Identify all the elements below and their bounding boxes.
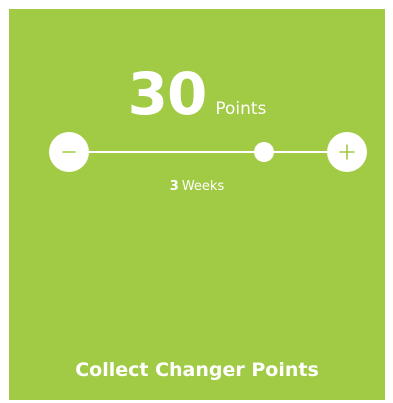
points-card: 30 Points 3 Weeks Collect Changer Points	[9, 9, 385, 400]
minus-icon	[62, 151, 76, 153]
increase-button[interactable]	[327, 132, 367, 172]
decrease-button[interactable]	[49, 132, 89, 172]
slider-track[interactable]	[69, 151, 347, 153]
points-value: 30	[127, 60, 208, 128]
slider-thumb[interactable]	[253, 142, 274, 162]
weeks-slider[interactable]	[49, 132, 367, 172]
duration-value: 3	[169, 179, 179, 194]
duration-label: 3 Weeks	[9, 179, 385, 194]
card-title: Collect Changer Points	[75, 359, 319, 381]
points-unit-label: Points	[215, 99, 267, 119]
duration-unit: Weeks	[181, 179, 225, 194]
points-display: 30 Points	[9, 65, 385, 123]
plus-icon	[339, 144, 355, 160]
